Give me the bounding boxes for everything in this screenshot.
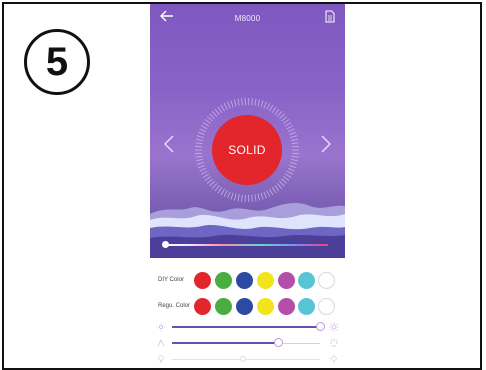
step-number-badge: 5 (24, 29, 90, 95)
brightness-slider-fill (172, 326, 320, 328)
brightness-high-icon (329, 322, 339, 332)
saturation-low-icon (156, 338, 166, 348)
diy-swatch-blue[interactable] (236, 272, 253, 289)
regular-swatch-cyan[interactable] (298, 298, 315, 315)
saturation-slider-knob[interactable] (274, 338, 283, 347)
diy-swatch-magenta[interactable] (278, 272, 295, 289)
top-bar: M8000 (150, 4, 345, 34)
regular-color-row: Regu. Color (150, 298, 345, 316)
bulb-high-icon (329, 354, 339, 364)
diy-swatch-white[interactable] (318, 272, 335, 289)
brightness-low-icon (156, 322, 166, 332)
phone-screen: M8000 SOLID DIY Color (150, 4, 345, 366)
bulb-low-icon (156, 354, 166, 364)
regular-swatch-yellow[interactable] (257, 298, 274, 315)
brightness-slider-row (150, 322, 345, 334)
previous-mode-arrow-icon[interactable] (162, 134, 176, 154)
regular-swatch-red[interactable] (194, 298, 211, 315)
speed-slider-knob[interactable] (240, 356, 246, 362)
regular-swatch-white[interactable] (318, 298, 335, 315)
mountain-illustration (150, 194, 345, 258)
device-title: M8000 (150, 14, 345, 23)
diy-color-row: DIY Color (150, 272, 345, 290)
diy-swatch-green[interactable] (215, 272, 232, 289)
regular-swatch-magenta[interactable] (278, 298, 295, 315)
diy-color-label: DIY Color (158, 277, 184, 283)
light-preview-panel: M8000 SOLID (150, 4, 345, 258)
diy-swatch-cyan[interactable] (298, 272, 315, 289)
regular-color-label: Regu. Color (158, 303, 190, 309)
regular-swatch-green[interactable] (215, 298, 232, 315)
regular-swatch-blue[interactable] (236, 298, 253, 315)
saturation-slider-fill (172, 342, 279, 344)
diy-swatch-red[interactable] (194, 272, 211, 289)
brightness-slider-knob[interactable] (316, 322, 325, 331)
saturation-slider-row (150, 338, 345, 350)
diy-swatch-yellow[interactable] (257, 272, 274, 289)
color-slider-knob[interactable] (162, 241, 169, 248)
speed-slider-row (150, 354, 345, 366)
color-slider-track[interactable] (164, 244, 328, 246)
saturation-high-icon (329, 338, 339, 348)
speed-slider-track[interactable] (172, 359, 320, 360)
solid-mode-button[interactable]: SOLID (212, 115, 282, 185)
document-icon[interactable] (325, 10, 335, 23)
next-mode-arrow-icon[interactable] (319, 134, 333, 154)
color-control-panel: DIY Color Regu. Color (150, 264, 345, 366)
